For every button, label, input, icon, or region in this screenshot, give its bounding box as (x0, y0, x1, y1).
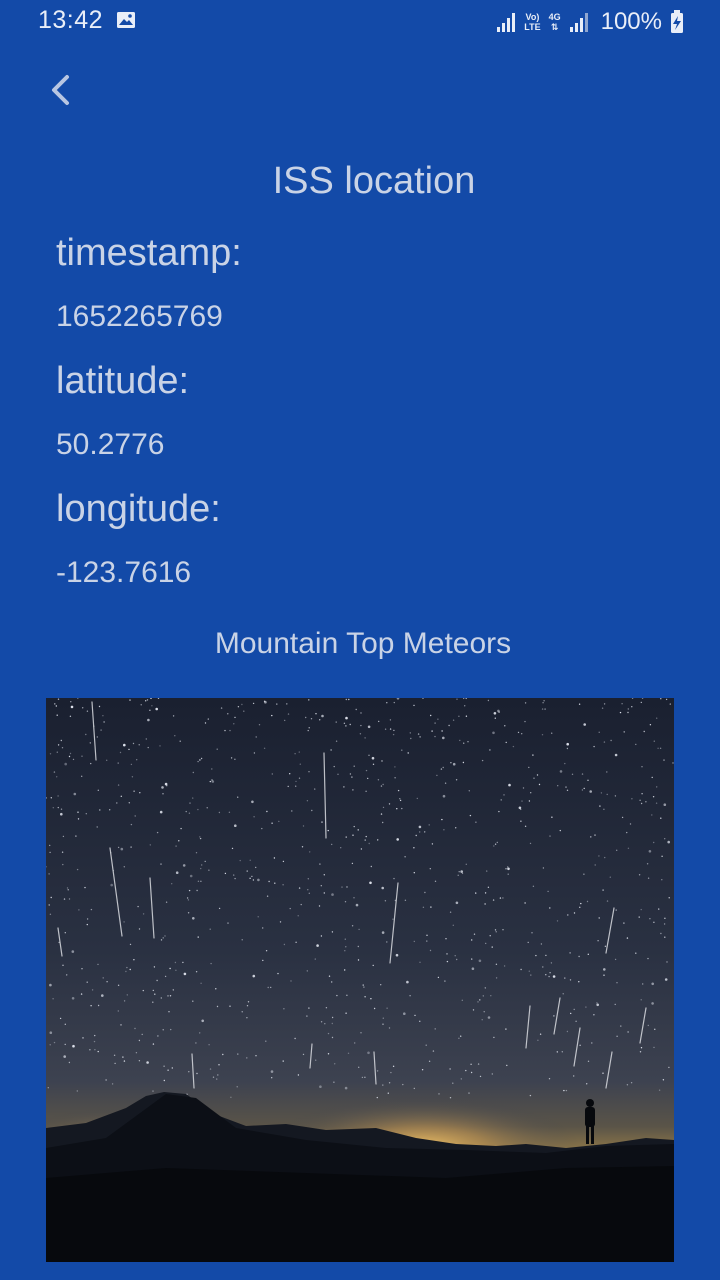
signal-icon-secondary (569, 13, 588, 32)
chevron-left-icon (52, 75, 69, 105)
back-button[interactable] (38, 68, 82, 112)
longitude-value: -123.7616 (56, 556, 192, 589)
signal-icon (497, 13, 516, 32)
image-caption: Mountain Top Meteors (214, 627, 512, 660)
status-right-group: Vo) LTE 4G ⇅ 100% (496, 8, 684, 36)
page-title: ISS location (272, 160, 476, 202)
latitude-value: 50.2776 (56, 428, 165, 461)
latitude-label: latitude: (56, 360, 190, 402)
timestamp-label: timestamp: (56, 232, 242, 274)
gallery-icon (117, 12, 135, 28)
battery-percentage: 100% (600, 8, 662, 35)
status-bar: 13:42 Vo) LTE 4G ⇅ 100% (0, 0, 720, 44)
battery-charging-icon (671, 10, 683, 33)
timestamp-value: 1652265769 (56, 300, 223, 333)
status-time: 13:42 (38, 6, 104, 34)
4g-icon: 4G ⇅ (548, 12, 561, 32)
meteor-photo (46, 698, 674, 1262)
longitude-label: longitude: (56, 488, 221, 530)
volte-icon: Vo) LTE (524, 12, 541, 32)
